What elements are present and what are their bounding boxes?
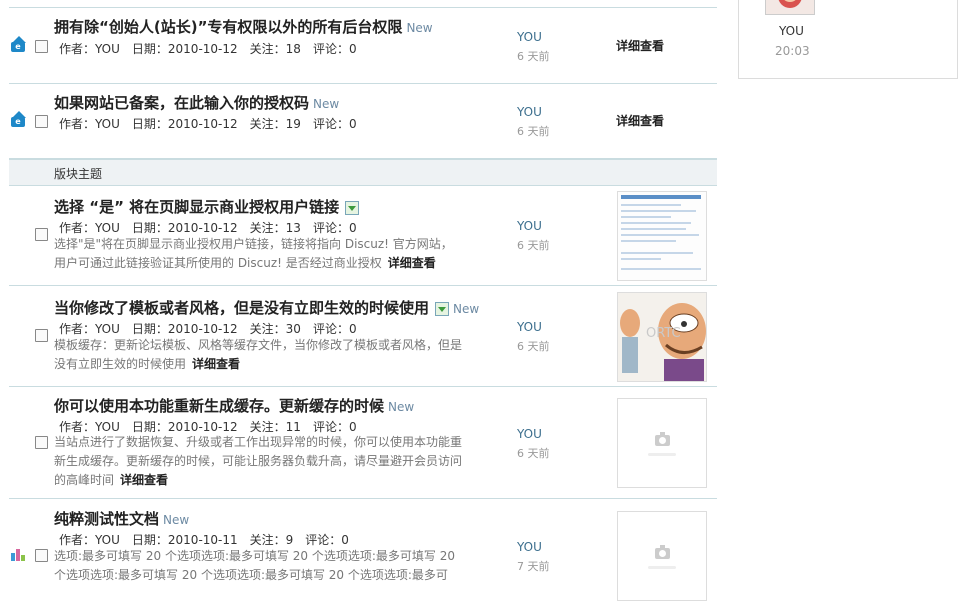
thread-checkbox[interactable] [35,329,48,342]
last-post-time: 6 天前 [517,239,550,252]
last-post-time: 6 天前 [517,125,550,138]
thread-title-link[interactable]: 当你修改了模板或者风格，但是没有立即生效的时候使用 New [54,297,479,318]
sticky-up-icon: e [10,111,26,127]
thread-summary: 选项:最多可填写 20 个选项选项:最多可填写 20 个选项选项:最多可填写 2… [54,549,456,582]
last-poster-link[interactable]: YOU [517,30,542,44]
new-badge: New [388,400,415,414]
thread-meta: 作者：YOU 日期：2010-10-12 关注：30 评论：0 [59,322,357,336]
table-row: 当你修改了模板或者风格，但是没有立即生效的时候使用 New 作者：YOU 日期：20… [9,286,717,387]
table-row: 你可以使用本功能重新生成缓存。更新缓存的时候 New 作者：YOU 日期：2010-… [9,387,717,499]
avatar[interactable] [765,0,815,15]
last-poster-link[interactable]: YOU [517,540,542,554]
thread-thumbnail[interactable] [617,191,707,281]
thread-meta: 作者：YOU 日期：2010-10-12 关注：18 评论：0 [59,42,357,56]
table-row: 选择 “是” 将在页脚显示商业授权用户链接 作者：YOU 日期：2010-10-1… [9,185,717,286]
user-name-link[interactable]: YOU [779,24,804,38]
last-post-time: 6 天前 [517,50,550,63]
image-attachment-icon [435,301,450,316]
camera-icon [655,432,670,446]
new-badge: New [163,513,190,527]
table-row: e 如果网站已备案，在此输入你的授权码 New 作者：YOU 日期：2010-10-… [9,83,717,159]
camera-icon [655,545,670,559]
thread-checkbox[interactable] [35,436,48,449]
thread-title-link[interactable]: 如果网站已备案，在此输入你的授权码 New [54,92,339,113]
new-badge: New [453,302,480,316]
thread-thumbnail[interactable] [617,511,707,601]
last-post-time: 6 天前 [517,340,550,353]
thread-thumbnail[interactable]: ORTC [617,292,707,382]
table-row: 纯粹测试性文档 New 作者：YOU 日期：2010-10-11 关注：9 评论：0 选… [9,499,717,601]
detail-link[interactable]: 详细查看 [616,112,664,129]
section-header: 版块主题 [9,159,717,186]
thread-summary: 选择"是"将在页脚显示商业授权用户链接，链接将指向 Discuz! 官方网站，用… [54,237,453,270]
last-poster-link[interactable]: YOU [517,320,542,334]
user-card: YOU 20:03 [738,0,958,79]
thread-thumbnail[interactable] [617,398,707,488]
thread-checkbox[interactable] [35,40,48,53]
detail-link[interactable]: 详细查看 [616,37,664,54]
thread-checkbox[interactable] [35,228,48,241]
last-post-time: 6 天前 [517,447,550,460]
sticky-up-icon: e [10,36,26,52]
cartoon-image: ORTC [618,293,706,381]
thread-title-link[interactable]: 你可以使用本功能重新生成缓存。更新缓存的时候 New [54,395,414,416]
user-time: 20:03 [775,44,810,58]
last-post-time: 7 天前 [517,560,550,573]
thread-meta: 作者：YOU 日期：2010-10-12 关注：13 评论：0 [59,221,357,235]
detail-link[interactable]: 详细查看 [388,256,436,270]
new-badge: New [406,21,433,35]
last-poster-link[interactable]: YOU [517,219,542,233]
thread-title-link[interactable]: 拥有除“创始人(站长)”专有权限以外的所有后台权限 New [54,16,433,37]
new-badge: New [313,97,340,111]
table-row: e 拥有除“创始人(站长)”专有权限以外的所有后台权限 New 作者：YOU 日期：… [9,7,717,84]
thread-checkbox[interactable] [35,115,48,128]
last-poster-link[interactable]: YOU [517,427,542,441]
poll-icon [10,547,26,561]
detail-link[interactable]: 详细查看 [192,357,240,371]
last-poster-link[interactable]: YOU [517,105,542,119]
sidebar: YOU 20:03 [730,0,973,587]
thread-summary: 模板缓存：更新论坛模板、风格等缓存文件，当你修改了模板或者风格，但是没有立即生效… [54,338,463,371]
thread-summary: 当站点进行了数据恢复、升级或者工作出现异常的时候，你可以使用本功能重新生成缓存。… [54,435,463,487]
image-attachment-icon [345,200,360,215]
section-label: 版块主题 [54,167,103,181]
detail-link[interactable]: 详细查看 [120,473,168,487]
thread-title-link[interactable]: 选择 “是” 将在页脚显示商业授权用户链接 [54,196,360,217]
thread-checkbox[interactable] [35,549,48,562]
thread-meta: 作者：YOU 日期：2010-10-11 关注：9 评论：0 [59,533,349,547]
thread-list: e 拥有除“创始人(站长)”专有权限以外的所有后台权限 New 作者：YOU 日期：… [0,0,731,601]
thread-title-link[interactable]: 纯粹测试性文档 New [54,508,189,529]
svg-text:ORTC: ORTC [646,326,681,341]
thread-meta: 作者：YOU 日期：2010-10-12 关注：19 评论：0 [59,117,357,131]
